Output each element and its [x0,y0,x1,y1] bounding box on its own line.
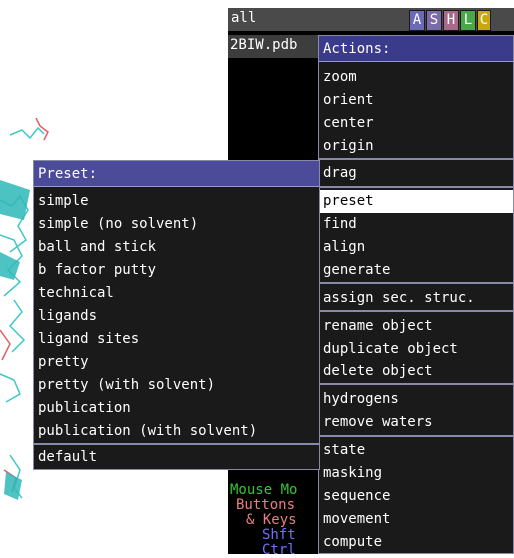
menu-item-delete-object[interactable]: delete object [319,360,513,383]
menu-item-zoom[interactable]: zoom [319,66,513,89]
menu-item-sequence[interactable]: sequence [319,485,513,508]
preset-item-technical[interactable]: technical [34,282,319,305]
menu-separator [319,158,513,160]
menu-item-center[interactable]: center [319,112,513,135]
label-button[interactable]: L [460,10,476,31]
preset-item-simple-no-solvent[interactable]: simple (no solvent) [34,213,319,236]
hide-button[interactable]: H [443,10,459,31]
menu-separator [319,310,513,312]
menu-separator [319,435,513,437]
menu-item-preset[interactable]: preset [319,190,513,213]
preset-item-b-factor-putty[interactable]: b factor putty [34,259,319,282]
buttons-line: Buttons [236,497,296,513]
menu-item-origin[interactable]: origin [319,135,513,158]
menu-separator [34,443,319,445]
menu-item-assign-sec-struc[interactable]: assign sec. struc. [319,287,513,310]
molecule-cartoon [0,180,30,500]
object-row-all[interactable]: all A S H L C [228,8,514,31]
menu-item-hydrogens[interactable]: hydrogens [319,388,513,411]
preset-item-pretty-with-solvent[interactable]: pretty (with solvent) [34,374,319,397]
preset-item-simple[interactable]: simple [34,190,319,213]
menu-item-state[interactable]: state [319,439,513,462]
keys-line: & Keys [246,512,297,528]
color-button[interactable]: C [477,10,491,31]
preset-menu-title: Preset: [34,161,319,187]
preset-item-pretty[interactable]: pretty [34,351,319,374]
shift-line: Shft [262,527,296,543]
preset-item-default[interactable]: default [34,446,319,469]
menu-item-duplicate-object[interactable]: duplicate object [319,338,513,361]
menu-item-generate[interactable]: generate [319,259,513,282]
preset-item-publication[interactable]: publication [34,397,319,420]
menu-separator [319,383,513,385]
menu-item-remove-waters[interactable]: remove waters [319,411,513,434]
ctrl-line: Ctrl [262,542,296,558]
mouse-mode-line: Mouse Mo [230,482,298,498]
preset-item-ligand-sites[interactable]: ligand sites [34,328,319,351]
object-name-all[interactable]: all [231,10,256,26]
preset-item-ligands[interactable]: ligands [34,305,319,328]
menu-item-align[interactable]: align [319,236,513,259]
object-row-2biw[interactable]: 2BIW.pdb [228,35,318,58]
preset-menu: Preset: simple simple (no solvent) ball … [33,160,320,470]
actions-menu-title: Actions: [319,36,513,62]
action-button[interactable]: A [409,10,425,31]
mouse-mode-help: Mouse Mo Buttons & Keys Shft Ctrl [228,483,320,558]
menu-item-masking[interactable]: masking [319,462,513,485]
menu-item-rename-object[interactable]: rename object [319,315,513,338]
menu-item-movement[interactable]: movement [319,508,513,531]
actions-menu: Actions: zoom orient center origin drag … [318,35,514,554]
menu-item-drag[interactable]: drag [319,162,513,185]
preset-item-ball-and-stick[interactable]: ball and stick [34,236,319,259]
menu-item-orient[interactable]: orient [319,89,513,112]
menu-separator [319,186,513,188]
menu-item-find[interactable]: find [319,213,513,236]
menu-separator [319,282,513,284]
preset-item-publication-with-solvent[interactable]: publication (with solvent) [34,420,319,443]
show-button[interactable]: S [426,10,442,31]
object-name-2biw[interactable]: 2BIW.pdb [230,37,297,53]
menu-item-compute[interactable]: compute [319,531,513,554]
